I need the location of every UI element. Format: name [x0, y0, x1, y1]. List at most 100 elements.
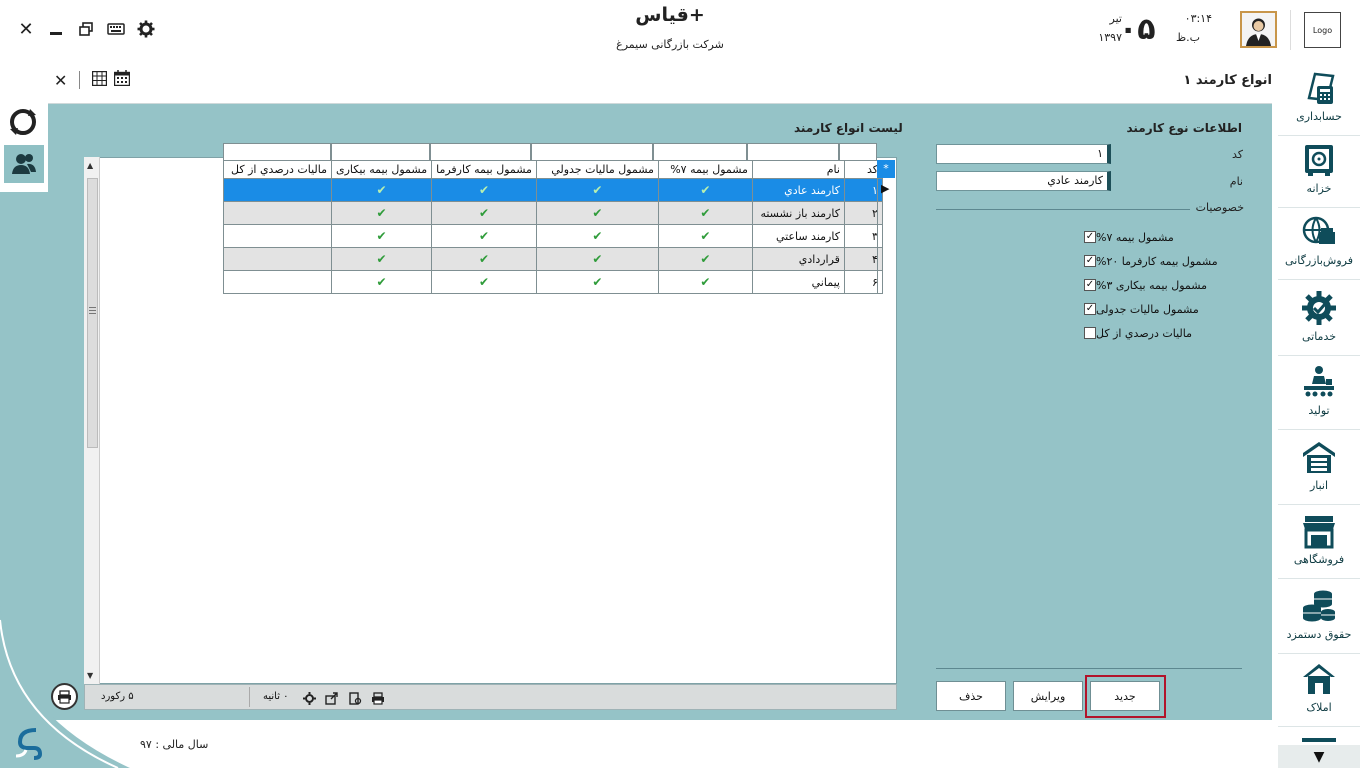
cell-check: ✔: [431, 201, 537, 225]
code-field[interactable]: ۱: [936, 144, 1111, 164]
cell-check: ✔: [535, 201, 659, 225]
calendar-icon[interactable]: [113, 70, 131, 90]
check-label: مشمول بیمه کارفرما ۲۰%: [1096, 254, 1218, 268]
date-day: ۰۵: [1119, 12, 1156, 47]
grid-view-icon[interactable]: [91, 70, 108, 90]
delete-button[interactable]: حذف: [936, 681, 1006, 711]
time-value: ۰۳:۱۴: [1184, 12, 1212, 25]
checkmark-icon: ✔: [376, 275, 387, 289]
user-avatar[interactable]: [1240, 11, 1277, 48]
top-header: ✕ قیاس+ شرکت بازرگانی سیمرغ ۰۳:۱۴ ب.ظ ۰۵…: [0, 0, 1360, 62]
sidebar-item-payroll[interactable]: حقوق دستمزد: [1278, 582, 1360, 654]
print-preview-icon[interactable]: [349, 690, 362, 709]
grid-group-header: [223, 143, 877, 160]
cell-check: [223, 270, 332, 294]
export-icon[interactable]: [325, 690, 338, 709]
sidebar-item-treasury[interactable]: خزانه: [1278, 136, 1360, 208]
employees-icon[interactable]: [4, 145, 44, 183]
checkbox[interactable]: ✓: [1084, 231, 1096, 243]
current-row-arrow-icon: ▶: [881, 182, 890, 195]
restore-icon[interactable]: [75, 18, 97, 40]
company-name: شرکت بازرگانی سیمرغ: [616, 38, 724, 51]
check-employer-insurance-20[interactable]: ✓ مشمول بیمه کارفرما ۲۰%: [1080, 253, 1244, 269]
keyboard-icon[interactable]: [105, 18, 127, 40]
sidebar-item-label: انبار: [1309, 479, 1329, 492]
employee-types-table: کد نام مشمول بیمه ۷% مشمول مالیات جدولي …: [223, 160, 883, 294]
sidebar-item-label: حقوق دستمزد: [1286, 628, 1352, 641]
cell-check: ✔: [657, 201, 753, 225]
elapsed-seconds: ۰ ثانیه: [263, 691, 289, 702]
column-header-percentage-tax[interactable]: مالیات درصدي از کل: [223, 160, 332, 179]
gear-icon[interactable]: [135, 18, 157, 40]
name-label: نام: [1229, 175, 1243, 188]
features-divider: [936, 209, 1190, 210]
cell-check: [223, 201, 332, 225]
checkmark-icon: ✔: [592, 206, 603, 220]
cell-check: ✔: [431, 224, 537, 248]
refresh-icon[interactable]: [8, 107, 38, 137]
accounting-icon: [1307, 72, 1335, 104]
table-row[interactable]: ۱ کارمند عادي ✔ ✔ ✔ ✔: [223, 178, 883, 202]
realestate-icon: [1303, 664, 1335, 694]
date-year: ۱۳۹۷: [1098, 31, 1122, 44]
sidebar-item-production[interactable]: تولید: [1278, 358, 1360, 430]
checkbox[interactable]: ✓: [1084, 255, 1096, 267]
checkmark-icon: ✔: [592, 275, 603, 289]
features-label: خصوصیات: [1195, 201, 1244, 214]
cell-check: ✔: [431, 247, 537, 271]
checkmark-icon: ✔: [592, 252, 603, 266]
close-icon[interactable]: ✕: [15, 18, 37, 40]
check-table-tax[interactable]: ✓ مشمول مالیات جدولی: [1080, 301, 1244, 317]
cell-check: ✔: [330, 270, 433, 294]
new-row-indicator[interactable]: *: [877, 160, 895, 178]
sidebar-item-label: خزانه: [1306, 182, 1332, 195]
column-header-unemployment-insurance[interactable]: مشمول بیمه بیکاری: [330, 160, 433, 179]
column-header-insurance-7[interactable]: مشمول بیمه ۷%: [657, 160, 753, 179]
table-row[interactable]: ۶ پیماني ✔ ✔ ✔ ✔: [223, 270, 883, 294]
app-logo-icon: [14, 726, 44, 764]
form-title: انواع کارمند ۱: [1183, 73, 1272, 88]
sidebar-item-store[interactable]: فروشگاهی: [1278, 507, 1360, 579]
column-header-table-tax[interactable]: مشمول مالیات جدولي: [535, 160, 659, 179]
checkmark-icon: ✔: [592, 183, 603, 197]
close-form-icon[interactable]: ✕: [54, 71, 70, 90]
minimize-icon[interactable]: [45, 18, 67, 40]
sidebar-item-label: فروش‌بازرگانی: [1285, 254, 1353, 267]
column-header-employer-insurance[interactable]: مشمول بیمه کارفرما: [431, 160, 537, 179]
sidebar-item-label: خدماتی: [1301, 330, 1337, 343]
scroll-up-icon[interactable]: ▲: [87, 161, 93, 170]
checkbox[interactable]: ✓: [1084, 279, 1096, 291]
checkmark-icon: ✔: [376, 252, 387, 266]
sidebar-scroll-down-icon[interactable]: ▼: [1278, 745, 1360, 768]
sidebar-item-accounting[interactable]: حسابداری: [1278, 64, 1360, 136]
sidebar-item-label: تولید: [1308, 404, 1330, 417]
column-header-name[interactable]: نام: [751, 160, 845, 179]
table-row[interactable]: ۴ قراردادي ✔ ✔ ✔ ✔: [223, 247, 883, 271]
actions-divider: [936, 668, 1242, 669]
grid-scroll-thumb[interactable]: [87, 178, 98, 448]
sidebar-item-commerce[interactable]: فروش‌بازرگانی: [1278, 208, 1360, 280]
cell-check: ✔: [657, 224, 753, 248]
code-label: کد: [1231, 148, 1243, 161]
sidebar-item-realestate[interactable]: املاک: [1278, 655, 1360, 727]
checkmark-icon: ✔: [479, 229, 490, 243]
row-selector-column: ▶: [877, 178, 895, 293]
cell-check: ✔: [535, 178, 659, 202]
table-row[interactable]: ۳ کارمند ساعتي ✔ ✔ ✔ ✔: [223, 224, 883, 248]
settings-icon[interactable]: [303, 690, 316, 709]
checkbox[interactable]: [1084, 327, 1096, 339]
check-insurance-7[interactable]: ✓ مشمول بیمه ۷%: [1080, 229, 1244, 245]
table-row[interactable]: ۲ کارمند باز نشسته ✔ ✔ ✔ ✔: [223, 201, 883, 225]
cell-check: ✔: [535, 270, 659, 294]
check-percentage-tax[interactable]: مالیات درصدي از کل: [1080, 325, 1244, 341]
edit-button[interactable]: ویرایش: [1013, 681, 1083, 711]
checkmark-icon: ✔: [479, 206, 490, 220]
checkbox[interactable]: ✓: [1084, 303, 1096, 315]
name-field[interactable]: کارمند عادي: [936, 171, 1111, 191]
sidebar-item-warehouse[interactable]: انبار: [1278, 433, 1360, 505]
check-unemployment-insurance-3[interactable]: ✓ مشمول بیمه بیکاری ۳%: [1080, 277, 1244, 293]
sidebar-item-services[interactable]: خدماتی: [1278, 284, 1360, 356]
cell-check: ✔: [330, 224, 433, 248]
cell-check: ✔: [330, 178, 433, 202]
print-icon[interactable]: [371, 690, 385, 709]
